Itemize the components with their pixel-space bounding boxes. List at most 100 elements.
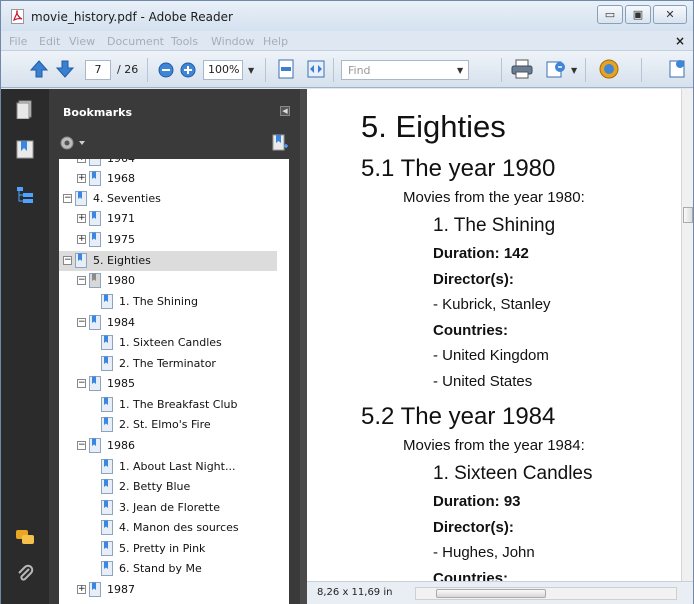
print-icon[interactable] [511,59,533,79]
bookmark-item[interactable]: 3. Jean de Florette [59,498,277,518]
previous-page-button[interactable] [29,59,49,79]
movie-title: 1. Sixteen Candles [433,463,593,484]
page-thumbnails-icon[interactable] [15,99,35,119]
menu-document[interactable]: Document [107,35,164,48]
bookmark-icon [75,191,87,206]
fit-page-icon[interactable] [277,59,295,79]
collapse-icon[interactable]: − [77,276,86,285]
bookmark-icon [89,376,101,391]
expand-icon[interactable]: + [77,235,86,244]
share-dropdown-icon[interactable]: ▼ [571,66,577,75]
bookmark-options-icon[interactable] [59,135,89,151]
bookmark-icon [89,438,101,453]
bookmark-item[interactable]: +1975 [59,230,277,250]
collapse-icon[interactable]: − [77,318,86,327]
bookmark-label: 1975 [107,233,135,246]
toolbar: 7 / 26 100% ▼ Find ▼ ▼ [1,51,693,88]
collapse-icon[interactable]: − [63,256,72,265]
collaborate-icon[interactable] [597,58,621,80]
find-dropdown-icon[interactable]: ▼ [457,66,463,75]
bookmarks-panel-icon[interactable] [15,139,35,159]
bookmark-item[interactable]: 5. Pretty in Pink [59,539,277,559]
menu-file[interactable]: File [9,35,27,48]
panel-splitter[interactable] [300,89,307,604]
bookmark-item[interactable]: 1. Sixteen Candles [59,333,277,353]
fit-width-icon[interactable] [307,59,325,79]
bookmark-item[interactable]: − 1984 [59,313,277,333]
bookmark-icon [101,459,113,474]
expand-icon[interactable]: + [77,214,86,223]
expand-icon[interactable]: + [77,174,86,183]
bookmark-item[interactable]: 2. St. Elmo's Fire [59,415,277,435]
structure-tree-icon[interactable] [15,185,35,205]
heading-chapter: 5. Eighties [361,109,506,144]
bookmark-icon [89,211,101,226]
document-scroll-thumb[interactable] [683,207,693,223]
bookmark-label: 1987 [107,583,135,596]
bookmark-item[interactable]: 1. The Shining [59,292,277,312]
bookmark-item[interactable]: 2. Betty Blue [59,477,277,497]
bookmark-item[interactable]: 2. The Terminator [59,354,277,374]
bookmark-item[interactable]: 6. Stand by Me [59,559,277,579]
close-document-button[interactable]: × [675,34,685,48]
director-label: Director(s): [433,271,514,288]
zoom-level-input[interactable]: 100% [203,60,243,80]
collapse-icon[interactable]: − [77,379,86,388]
zoom-out-button[interactable] [157,61,175,79]
menu-edit[interactable]: Edit [39,35,60,48]
minimize-button[interactable]: ▭ [597,5,623,24]
bookmark-label: 1964 [107,159,135,165]
panel-collapse-button[interactable]: ◀ [280,106,290,116]
bookmark-icon [101,541,113,556]
page-number-input[interactable]: 7 [85,60,111,80]
bookmark-item[interactable]: 4. Manon des sources [59,518,277,538]
section-intro: Movies from the year 1980: [403,189,585,206]
bookmark-item[interactable]: − 5. Eighties [59,251,277,271]
next-page-button[interactable] [55,59,75,79]
new-bookmark-icon[interactable] [272,134,288,152]
attach-share-icon[interactable] [545,59,567,79]
movie-duration: Duration: 142 [433,245,529,262]
zoom-in-button[interactable] [179,61,197,79]
bookmark-icon [101,335,113,350]
find-input[interactable]: Find [341,60,469,80]
attachments-icon[interactable] [15,563,35,583]
toolbar-separator [501,58,502,82]
maximize-button[interactable]: ▣ [625,5,651,24]
country-item: - United Kingdom [433,347,549,364]
comments-icon[interactable] [15,527,35,547]
comment-tools-icon[interactable] [667,58,687,80]
bookmark-item[interactable]: − 4. Seventies [59,189,277,209]
menu-help[interactable]: Help [263,35,288,48]
expand-icon[interactable]: + [77,159,86,163]
bookmark-item[interactable]: − 1986 [59,436,277,456]
document-vertical-scrollbar[interactable] [681,89,693,581]
toolbar-separator [585,58,586,82]
bookmark-item[interactable]: +1987 [59,580,277,600]
bookmark-icon [89,315,101,330]
menu-view[interactable]: View [69,35,95,48]
panel-title: Bookmarks [63,106,132,119]
bookmark-item[interactable]: 1. The Breakfast Club [59,395,277,415]
status-bar: 8,26 x 11,69 in [307,581,693,604]
document-horizontal-scrollbar[interactable] [415,587,677,600]
bookmark-icon [101,397,113,412]
menu-tools[interactable]: Tools [171,35,198,48]
horizontal-scroll-thumb[interactable] [436,589,546,598]
bookmark-label: 4. Manon des sources [119,521,239,534]
expand-icon[interactable]: + [77,585,86,594]
bookmark-label: 1. The Breakfast Club [119,398,238,411]
bookmark-item[interactable]: 1. About Last Night... [59,457,277,477]
close-window-button[interactable]: ✕ [653,5,687,24]
collapse-icon[interactable]: − [77,441,86,450]
bookmark-item[interactable]: +1971 [59,209,277,229]
bookmark-item[interactable]: +1964 [59,159,277,169]
bookmark-item[interactable]: − 1980 [59,271,277,291]
bookmark-item[interactable]: − 1985 [59,374,277,394]
collapse-icon[interactable]: − [63,194,72,203]
zoom-dropdown-icon[interactable]: ▼ [248,66,254,75]
minimize-icon: ▭ [604,8,616,21]
bookmark-item[interactable]: +1968 [59,169,277,189]
bookmark-label: 2. Betty Blue [119,480,191,493]
menu-window[interactable]: Window [211,35,254,48]
